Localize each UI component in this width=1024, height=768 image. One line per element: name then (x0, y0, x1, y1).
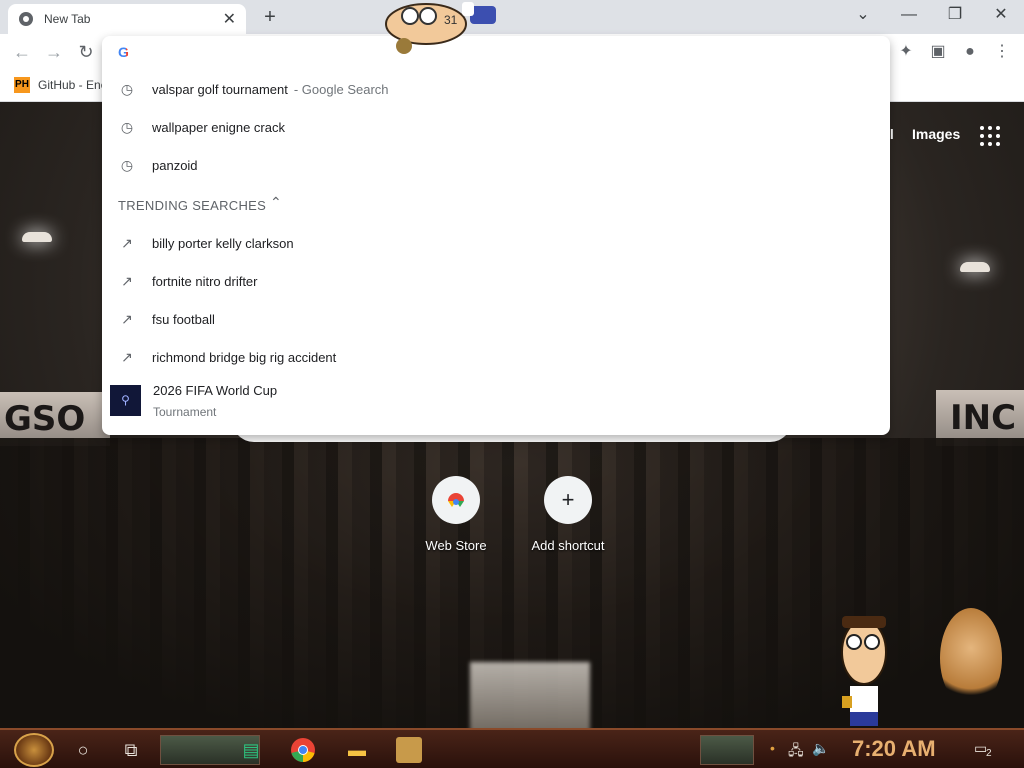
side-panel-icon[interactable]: ▣ (926, 40, 950, 64)
suggestion-text: panzoid (152, 157, 198, 173)
forward-button[interactable]: → (42, 40, 66, 64)
suggestion-text: richmond bridge big rig accident (152, 349, 337, 365)
task-view-icon[interactable]: ⧉ (118, 737, 144, 763)
new-tab-button[interactable]: + (258, 6, 282, 28)
fifa-logo-icon[interactable]: ⚲ (110, 385, 141, 416)
clock-icon: ◷ (120, 156, 134, 173)
suggestion-text: fsu football (152, 311, 215, 327)
close-button[interactable]: ✕ (987, 4, 1015, 26)
suggestion-trending[interactable]: ↗ fortnite nitro drifter (102, 262, 890, 300)
app-icon[interactable] (396, 737, 422, 763)
suggestion-history[interactable]: ◷ panzoid (102, 146, 890, 184)
taskbar: ○ ⧉ ▤ ▬ • 🖧 🔈 7:20 AM ▭ 2 (0, 728, 1024, 768)
alley-light (470, 662, 590, 728)
suggestion-text: billy porter kelly clarkson (152, 235, 294, 251)
volume-icon[interactable]: 🔈 (812, 740, 829, 757)
tab-search-button[interactable]: ⌄ (849, 4, 877, 26)
images-link[interactable]: Images (912, 126, 960, 142)
chrome-icon (19, 12, 33, 26)
shortcut-label: Add shortcut (531, 538, 605, 553)
shortcut-label: Web Store (425, 538, 487, 553)
tab-close-icon[interactable]: ✕ (223, 9, 236, 29)
suggestion-trending[interactable]: ↗ fsu football (102, 300, 890, 338)
trending-icon: ↗ (121, 234, 133, 251)
extensions-icon[interactable]: ✦ (894, 40, 918, 64)
google-g-icon: G (118, 44, 134, 60)
sheets-icon[interactable]: ▤ (238, 737, 264, 763)
minimize-button[interactable]: — (895, 4, 923, 26)
suggestion-trending[interactable]: ↗ richmond bridge big rig accident (102, 338, 890, 376)
suggestion-suffix: - Google Search (293, 81, 389, 97)
trending-icon: ↗ (121, 272, 133, 289)
suggestion-history[interactable]: ◷ wallpaper enigne crack (102, 108, 890, 146)
lamp-left (22, 232, 52, 242)
suggestion-history[interactable]: ◷ valspar golf tournament - Google Searc… (102, 70, 890, 108)
suggestion-text: wallpaper enigne crack (152, 119, 285, 135)
suggestion-trending[interactable]: ↗ billy porter kelly clarkson (102, 224, 890, 262)
suggestion-text: fortnite nitro drifter (152, 273, 258, 289)
tray-expand-icon[interactable]: • (770, 740, 775, 756)
file-explorer-icon[interactable]: ▬ (344, 737, 370, 763)
taskbar-slot (700, 735, 754, 765)
hank-sticker-bottom (841, 616, 887, 726)
notification-count: 2 (986, 748, 992, 759)
trending-icon: ↗ (121, 310, 133, 327)
shortcut-add[interactable]: + Add shortcut (520, 476, 616, 553)
chrome-taskbar-icon[interactable] (290, 737, 316, 763)
pornhub-style-icon: PH (14, 77, 30, 93)
back-button[interactable]: ← (10, 40, 34, 64)
chevron-up-icon[interactable]: ⌃ (270, 194, 282, 211)
lamp-right (960, 262, 990, 272)
clock[interactable]: 7:20 AM (852, 736, 936, 762)
bookmark-label: GitHub - Enc (38, 78, 107, 92)
trending-icon: ↗ (121, 348, 133, 365)
restore-button[interactable]: ❐ (941, 4, 969, 26)
chrome-webstore-icon (432, 476, 480, 524)
hank-sticker-text: 31 (444, 13, 458, 27)
start-button[interactable] (14, 733, 54, 767)
plus-icon: + (544, 476, 592, 524)
cortana-icon[interactable]: ○ (70, 737, 96, 763)
entity-subtitle: Tournament (153, 405, 217, 419)
reload-button[interactable]: ↻ (74, 40, 98, 64)
shortcut-web-store[interactable]: Web Store (408, 476, 504, 553)
trending-header: TRENDING SEARCHES (118, 198, 267, 213)
google-apps-icon[interactable] (980, 126, 1000, 146)
profile-icon[interactable]: ● (958, 40, 982, 64)
tab-title: New Tab (44, 12, 91, 26)
entity-title[interactable]: 2026 FIFA World Cup (153, 383, 277, 398)
bookmark-github[interactable]: PH GitHub - Enc (14, 77, 107, 93)
clock-icon: ◷ (120, 80, 134, 97)
hamster-sticker (940, 608, 1002, 708)
tab-new-tab[interactable]: New Tab ✕ (8, 4, 246, 34)
menu-icon[interactable]: ⋮ (990, 40, 1014, 64)
title-bar: New Tab ✕ + ⌄ — ❐ ✕ (0, 0, 1024, 34)
suggestion-text: valspar golf tournament (152, 81, 288, 97)
network-icon[interactable]: 🖧 (788, 740, 804, 764)
omnibox-dropdown: G ◷ valspar golf tournament - Google Sea… (102, 36, 890, 435)
clock-icon: ◷ (120, 118, 134, 135)
hank-sticker-top: 31 (385, 2, 496, 54)
